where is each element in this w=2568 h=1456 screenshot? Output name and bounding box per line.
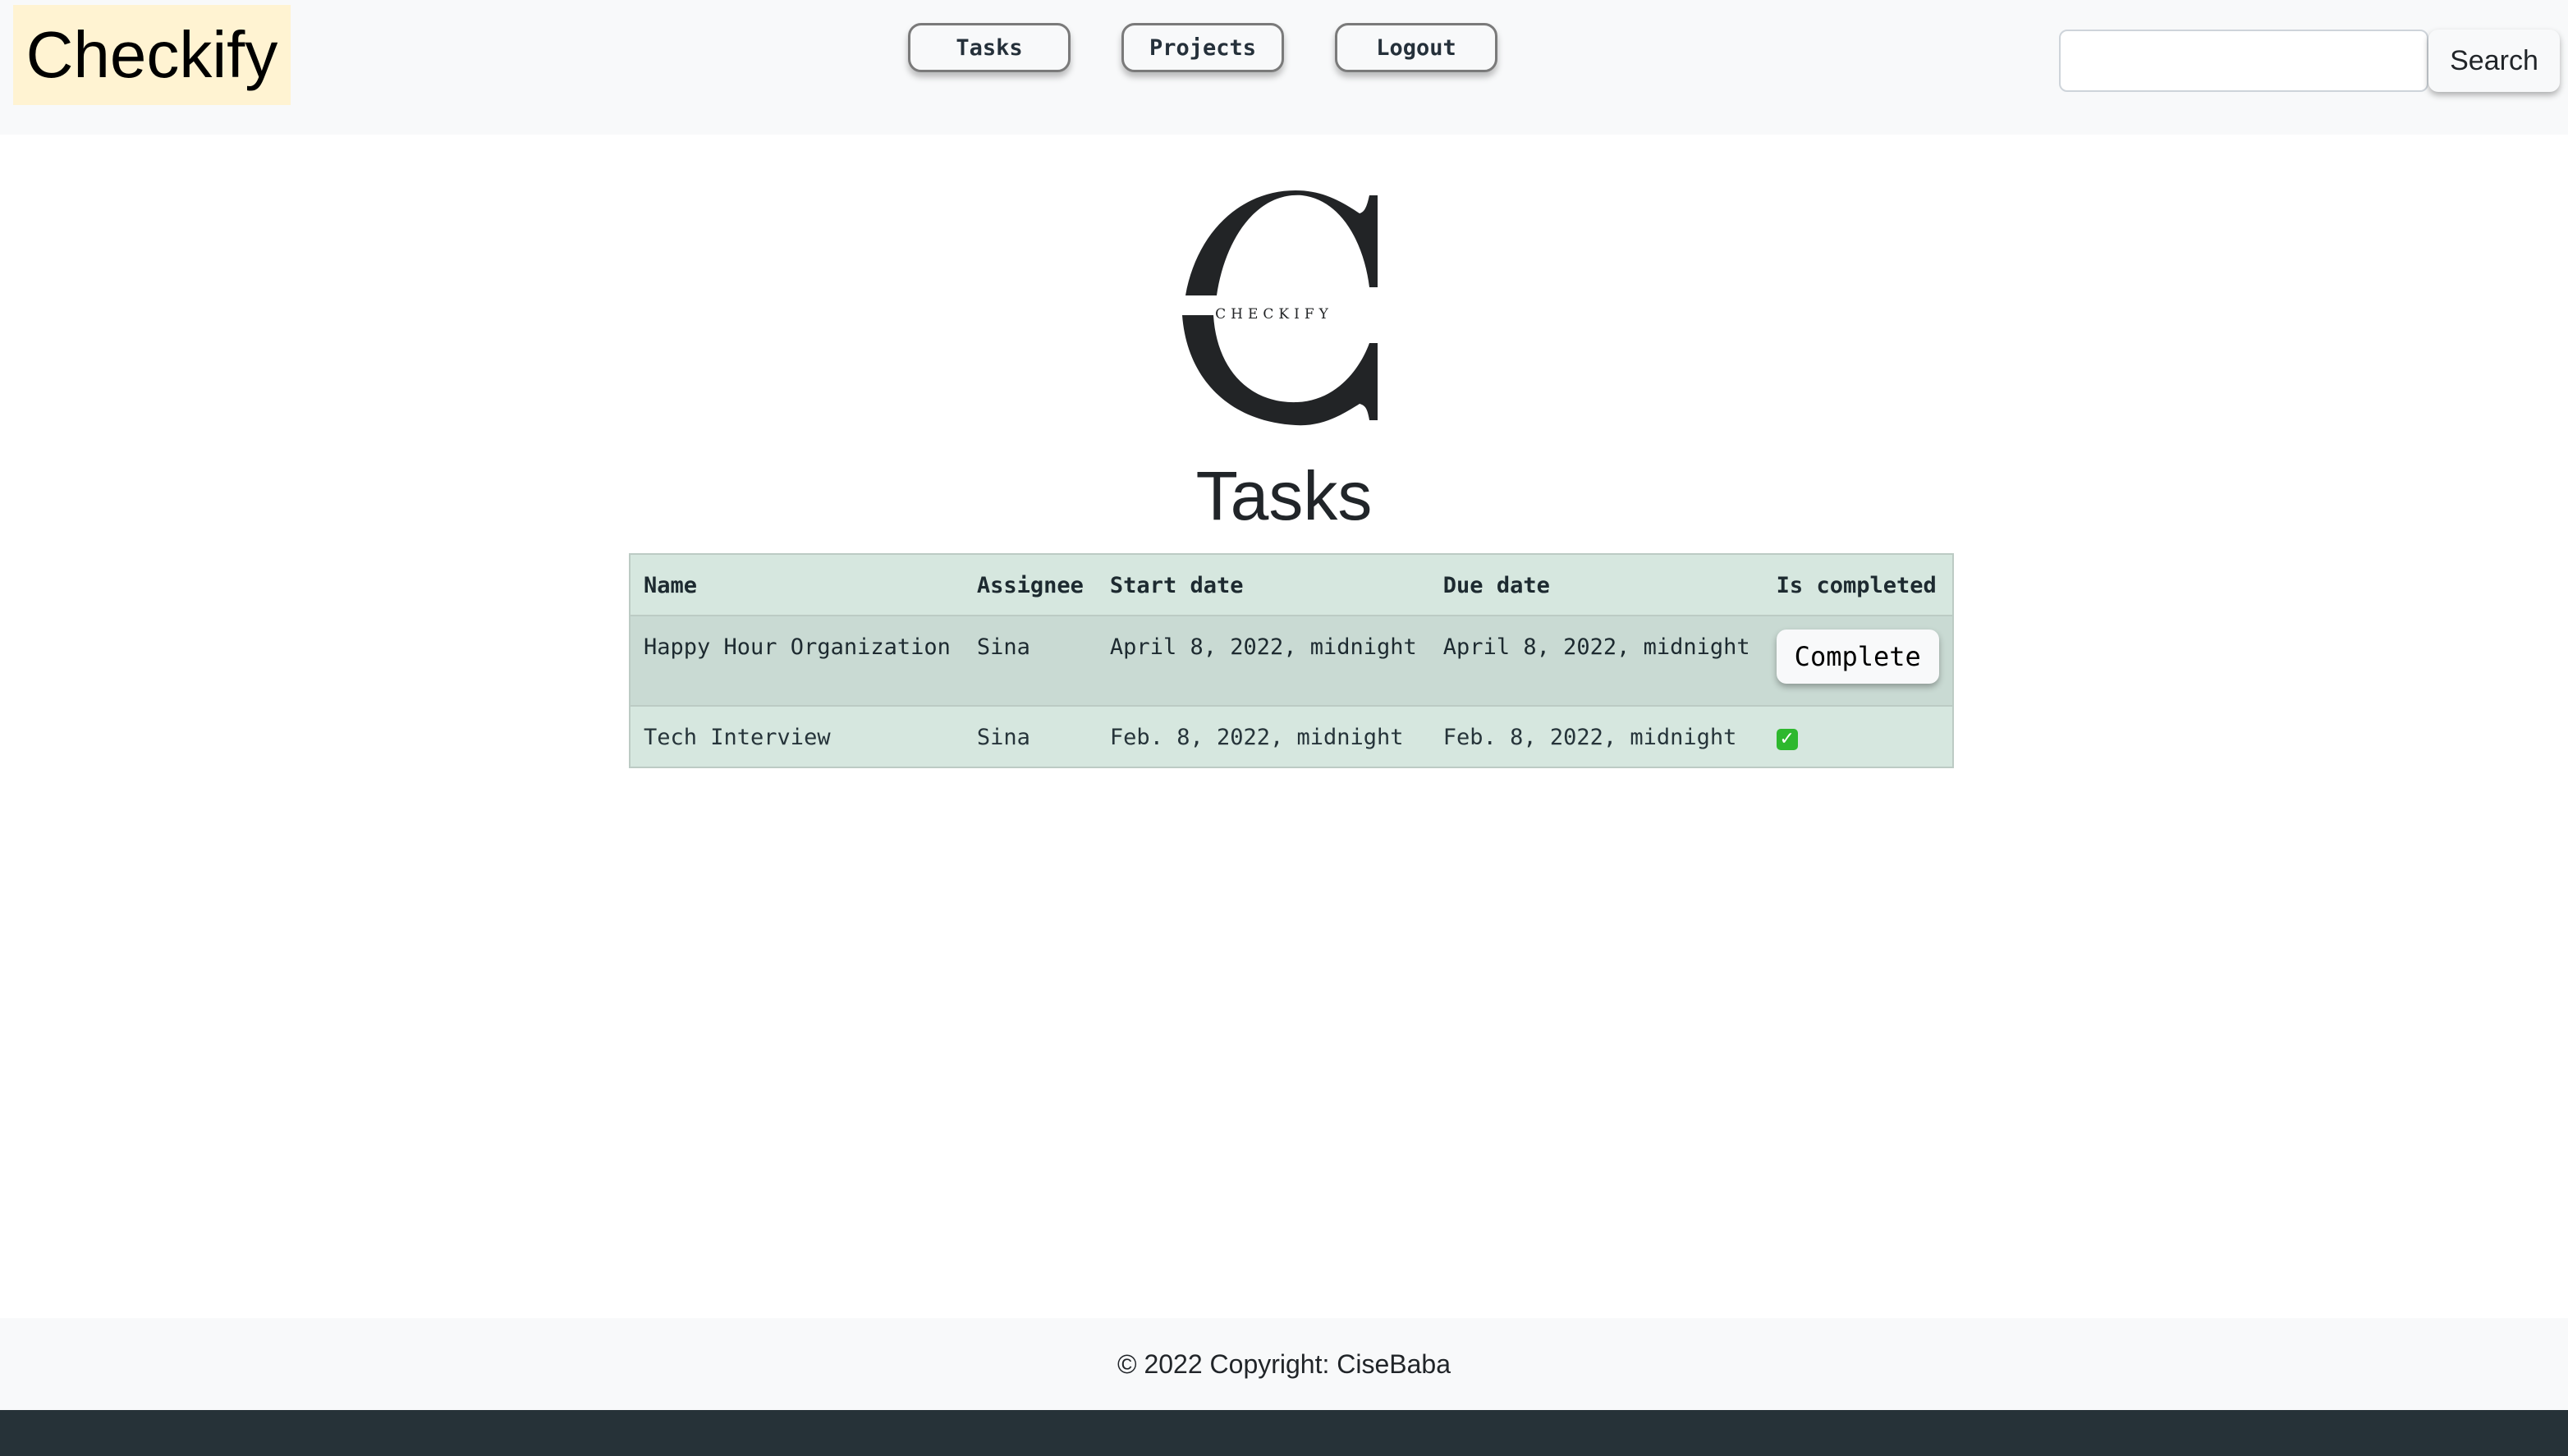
- search-input[interactable]: [2059, 30, 2428, 92]
- header-start-date: Start date: [1096, 554, 1430, 616]
- checkify-logo: CHECKIFY: [1174, 182, 1387, 428]
- header-name: Name: [630, 554, 964, 616]
- table-row: Happy Hour Organization Sina April 8, 20…: [630, 616, 1953, 707]
- nav-logout-button[interactable]: Logout: [1335, 23, 1497, 72]
- header-is-completed: Is completed: [1763, 554, 1953, 616]
- task-due-date: April 8, 2022, midnight: [1429, 616, 1763, 707]
- footer: © 2022 Copyright: CiseBaba: [0, 1318, 2568, 1410]
- brand-logo[interactable]: Checkify: [13, 5, 291, 105]
- complete-button[interactable]: Complete: [1776, 630, 1939, 684]
- copyright-text: © 2022 Copyright: CiseBaba: [1117, 1348, 1451, 1379]
- task-is-completed: ✓: [1763, 706, 1953, 768]
- task-start-date: Feb. 8, 2022, midnight: [1096, 706, 1430, 768]
- table-header-row: Name Assignee Start date Due date Is com…: [630, 554, 1953, 616]
- task-is-completed: Complete: [1763, 616, 1953, 707]
- task-name: Tech Interview: [630, 706, 964, 768]
- search-button[interactable]: Search: [2428, 30, 2560, 92]
- task-due-date: Feb. 8, 2022, midnight: [1429, 706, 1763, 768]
- tasks-table: Name Assignee Start date Due date Is com…: [629, 553, 1954, 768]
- header-assignee: Assignee: [963, 554, 1097, 616]
- page-title: Tasks: [1195, 457, 1373, 534]
- nav-projects-button[interactable]: Projects: [1121, 23, 1284, 72]
- table-row: Tech Interview Sina Feb. 8, 2022, midnig…: [630, 706, 1953, 768]
- nav-tasks-button[interactable]: Tasks: [908, 23, 1071, 72]
- task-assignee: Sina: [963, 616, 1097, 707]
- task-name: Happy Hour Organization: [630, 616, 964, 707]
- logo-c-icon: CHECKIFY: [1182, 190, 1378, 426]
- task-assignee: Sina: [963, 706, 1097, 768]
- header-due-date: Due date: [1429, 554, 1763, 616]
- task-start-date: April 8, 2022, midnight: [1096, 616, 1430, 707]
- check-mark-icon: ✓: [1776, 729, 1798, 750]
- logo-wordmark: CHECKIFY: [1215, 306, 1333, 323]
- navbar: Checkify Tasks Projects Logout Search: [0, 0, 2568, 135]
- footer-bar: [0, 1410, 2568, 1456]
